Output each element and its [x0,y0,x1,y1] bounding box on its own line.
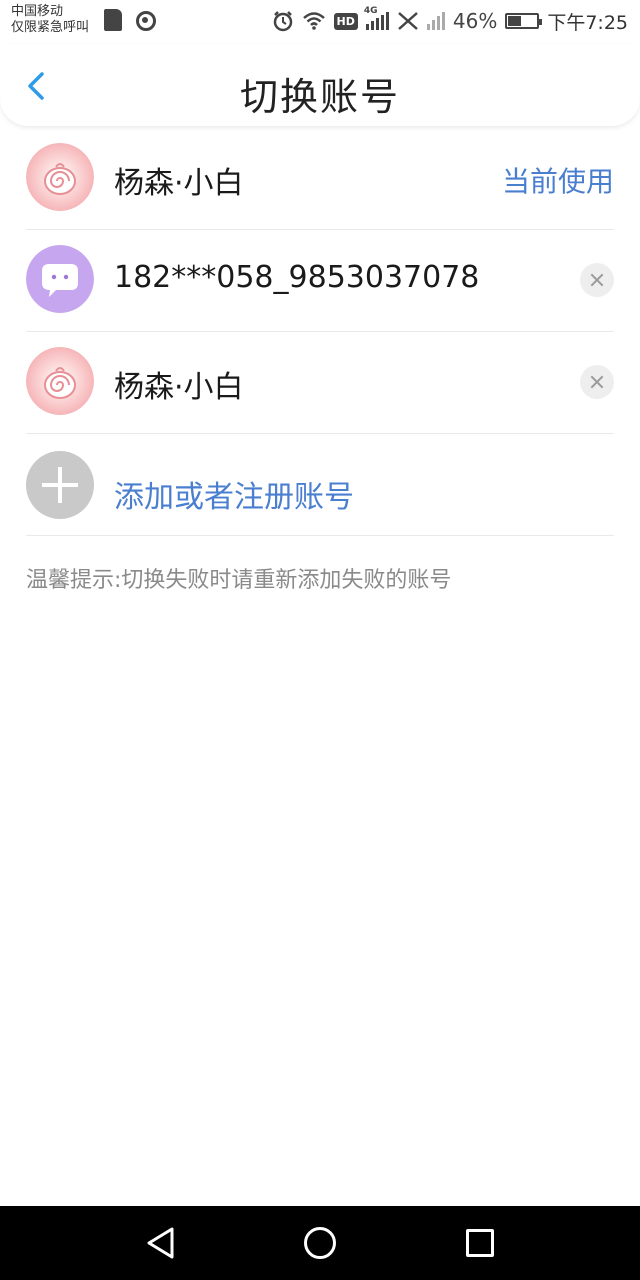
account-row-current[interactable]: 杨森·小白 当前使用 [0,128,640,230]
carrier-name: 中国移动 [11,4,64,19]
status-left-icons [104,9,156,31]
remove-account-button[interactable] [580,263,614,297]
clock: 下午7:25 [547,11,628,34]
wifi-icon [302,12,325,30]
add-account-row[interactable]: 添加或者注册账号 [0,434,640,536]
account-list: 杨森·小白 当前使用 182***058_9853037078 杨森·小白 添加… [0,128,640,536]
remove-account-button[interactable] [580,365,614,399]
add-account-label: 添加或者注册账号 [114,480,354,515]
signal-icon: 4G [364,6,389,30]
account-row[interactable]: 杨森·小白 [0,332,640,434]
hotspot-icon [134,9,156,31]
page-title: 切换账号 [239,75,400,119]
carrier-text: 中国移动 仅限紧急呼叫 [11,4,89,36]
chat-bubble-avatar [26,245,94,313]
navigation-bar [0,1206,640,1280]
tip-text: 温馨提示:切换失败时请重新添加失败的账号 [26,568,452,593]
sd-card-icon [104,9,122,31]
battery-percent: 46% [452,9,498,33]
hd-icon: HD [333,12,358,30]
account-name: 182***058_9853037078 [114,260,480,295]
divider [26,535,614,536]
nav-back-icon[interactable] [144,1226,178,1260]
nav-home-icon[interactable] [304,1227,336,1259]
plus-icon [26,451,94,519]
header-bar: 切换账号 [0,44,640,126]
current-account-badge: 当前使用 [501,165,614,198]
status-bar: 中国移动 仅限紧急呼叫 HD 4G 46% 下午7:25 [0,0,640,44]
swirl-avatar [26,347,94,415]
account-row[interactable]: 182***058_9853037078 [0,230,640,332]
battery-level [508,16,522,26]
no-signal-icon [398,12,418,30]
alarm-icon [273,11,292,32]
emergency-calls-only: 仅限紧急呼叫 [11,20,90,35]
network-type-label: 4G [363,6,378,16]
swirl-avatar [26,143,94,211]
battery-icon [505,13,543,29]
account-name: 杨森·小白 [114,166,244,201]
status-right-icons: HD 4G 46% 下午7:25 [272,6,628,36]
secondary-signal-icon [426,12,445,30]
account-name: 杨森·小白 [114,370,244,405]
nav-recents-icon[interactable] [466,1229,494,1257]
